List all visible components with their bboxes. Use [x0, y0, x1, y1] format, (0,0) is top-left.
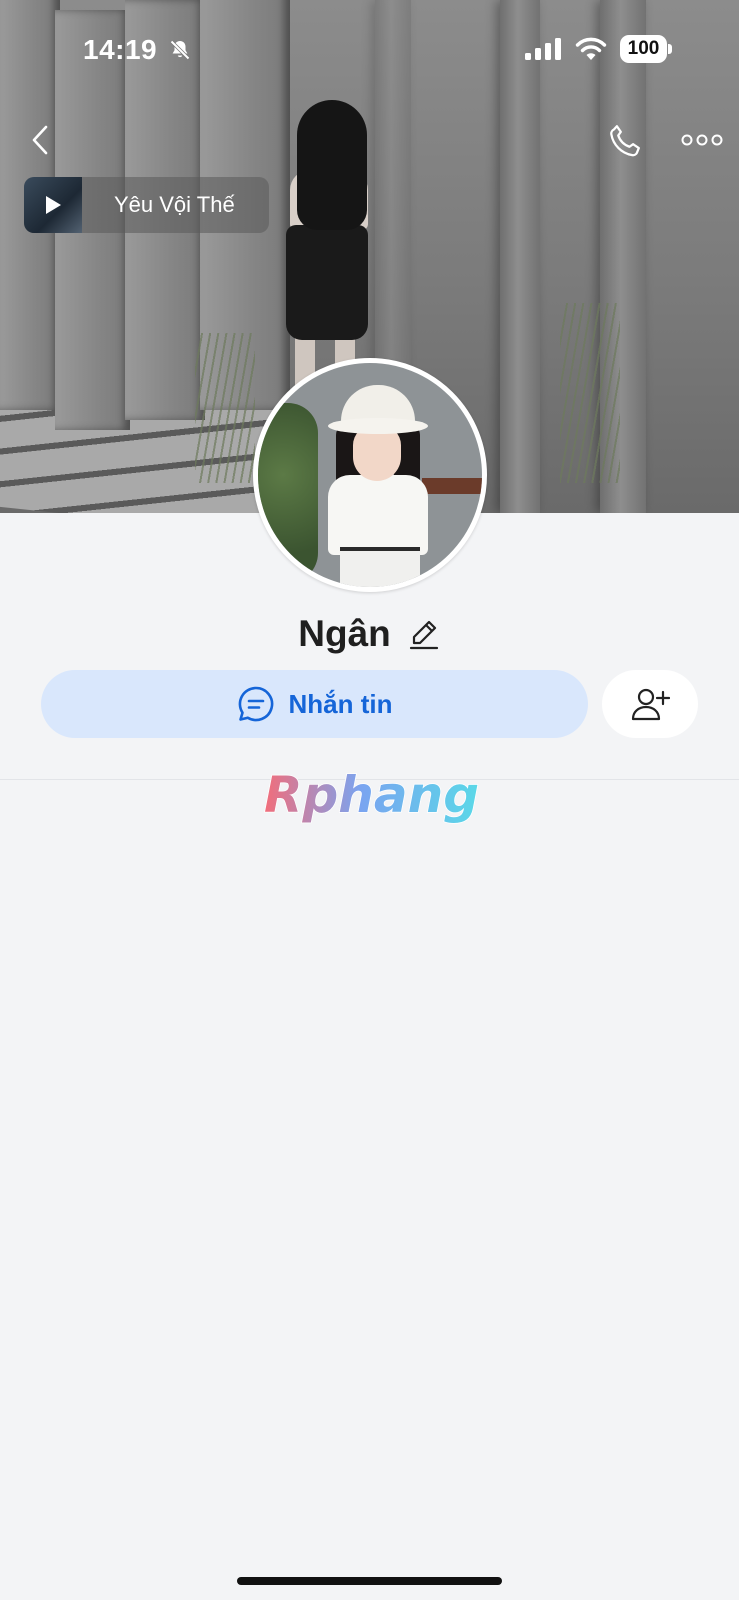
- profile-name: Ngân: [298, 613, 391, 654]
- bell-slash-icon: [170, 40, 190, 60]
- add-friend-button[interactable]: [602, 670, 698, 738]
- home-indicator: [237, 1577, 502, 1585]
- play-icon: [46, 196, 61, 214]
- svg-text:Rphang: Rphang: [264, 766, 479, 824]
- message-button[interactable]: Nhắn tin: [41, 670, 588, 738]
- rphang-watermark-logo: Rphang: [263, 766, 480, 825]
- avatar[interactable]: [253, 358, 487, 592]
- call-button[interactable]: [603, 118, 647, 162]
- cellular-signal-icon: [525, 38, 561, 60]
- status-time: 14:19: [83, 34, 158, 65]
- battery-level: 100: [620, 35, 667, 63]
- battery-icon: 100: [620, 35, 672, 63]
- music-cover-thumbnail: [24, 177, 82, 233]
- back-button[interactable]: [22, 118, 58, 162]
- more-horizontal-icon: [681, 134, 723, 146]
- wifi-icon: [575, 37, 607, 60]
- pencil-icon[interactable]: [407, 617, 441, 651]
- status-bar: 14:19 100: [0, 0, 739, 100]
- chat-bubble-icon: [238, 686, 273, 722]
- user-plus-icon: [631, 688, 670, 721]
- more-options-button[interactable]: [678, 122, 726, 158]
- chevron-left-icon: [32, 125, 48, 155]
- profile-name-row: Ngân: [0, 610, 739, 658]
- message-button-label: Nhắn tin: [288, 688, 393, 719]
- phone-icon: [610, 125, 640, 157]
- music-title: Yêu Vội Thế: [114, 192, 235, 217]
- profile-music-chip[interactable]: Yêu Vội Thế: [24, 177, 269, 233]
